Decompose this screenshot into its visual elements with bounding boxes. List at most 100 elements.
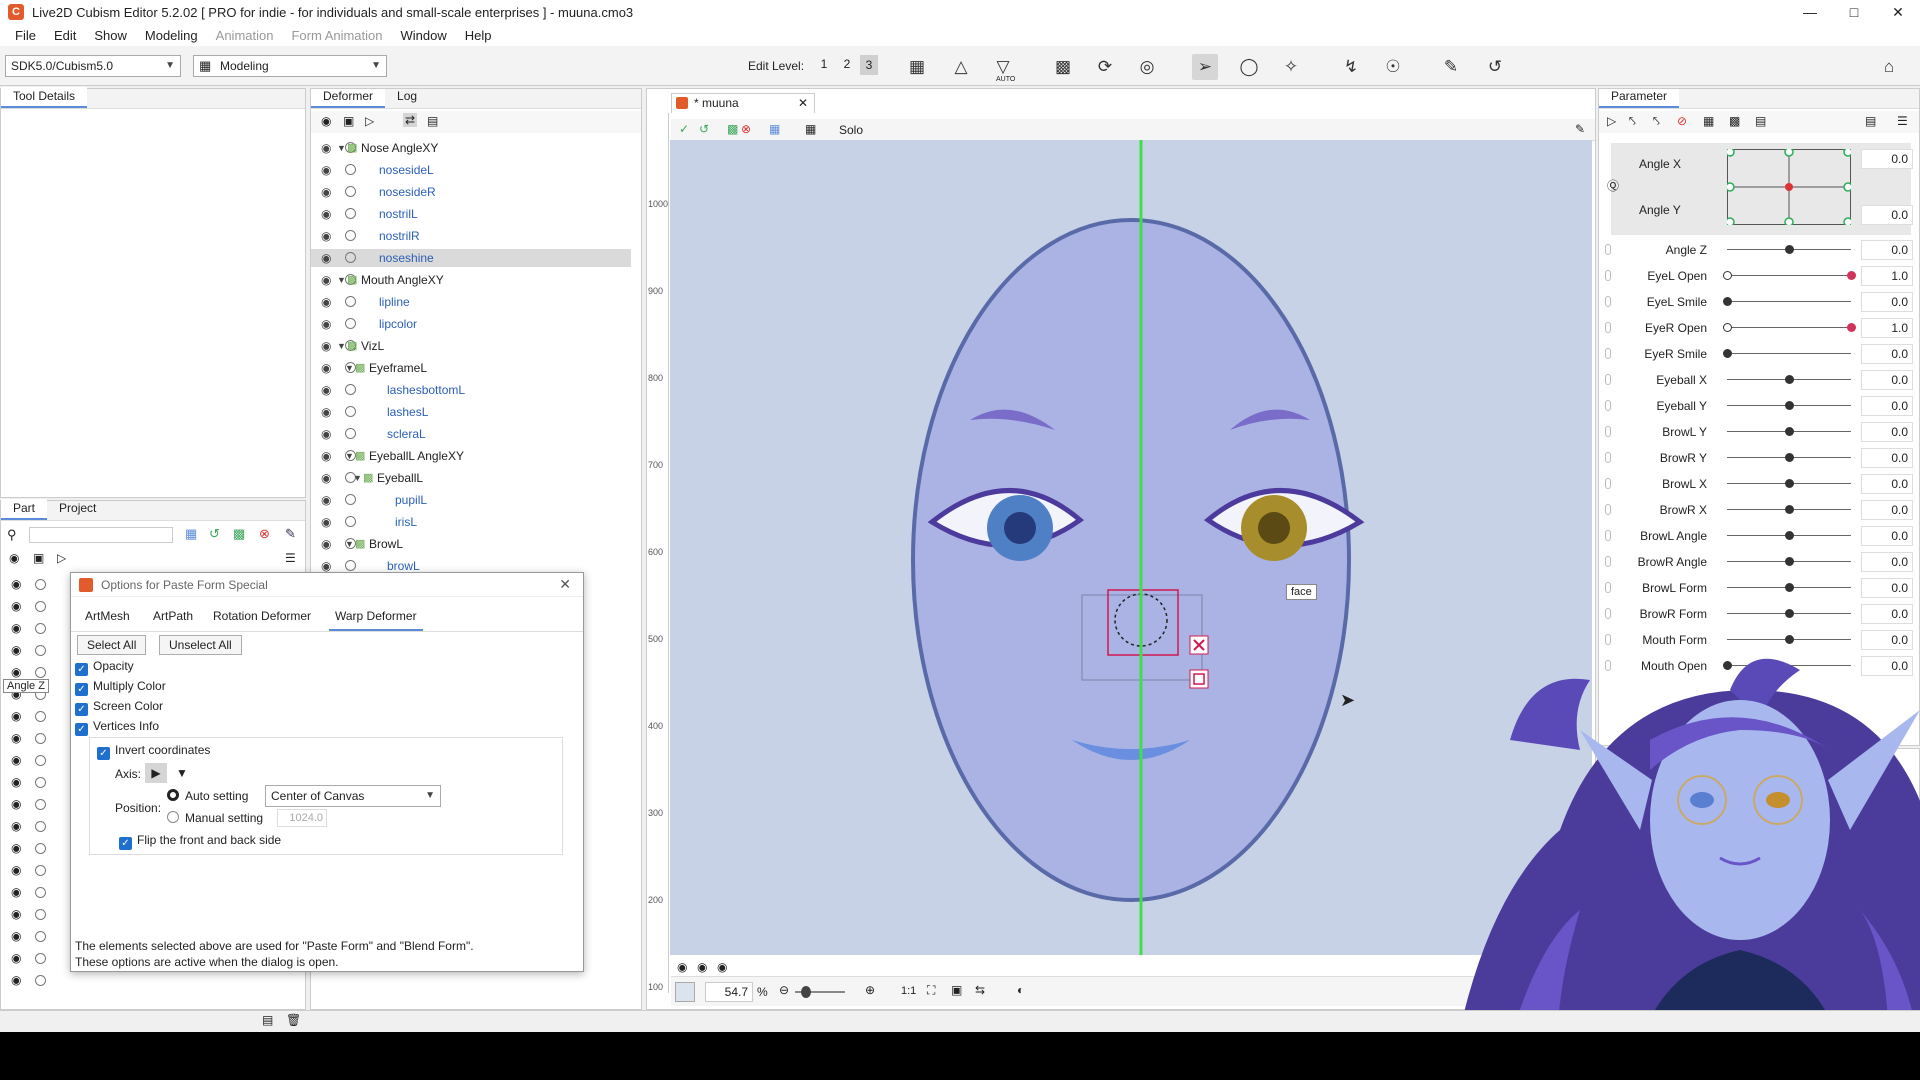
edit-level-2[interactable]: 2: [838, 57, 856, 71]
part-visibility-icon[interactable]: ◉: [11, 929, 21, 943]
edit-level-1[interactable]: 1: [815, 57, 833, 71]
dialog-tab-warp-deformer[interactable]: Warp Deformer: [329, 607, 423, 631]
lock-toggle[interactable]: [345, 494, 356, 505]
tab-project[interactable]: Project: [47, 499, 108, 520]
lock-toggle[interactable]: [345, 318, 356, 329]
angle-y-value[interactable]: 0.0: [1861, 205, 1913, 225]
menu-window[interactable]: Window: [392, 28, 456, 43]
part-visibility-icon[interactable]: ◉: [11, 775, 21, 789]
lock-toggle[interactable]: [345, 428, 356, 439]
manual-setting-radio[interactable]: [167, 811, 179, 823]
visibility-icon[interactable]: ◉: [321, 425, 331, 443]
part-visibility-icon[interactable]: ◉: [11, 709, 21, 723]
parameter-slider-knob[interactable]: [1785, 479, 1794, 488]
tree-row[interactable]: ◉ lipcolor: [311, 315, 631, 333]
param-link-toggle[interactable]: [1605, 374, 1611, 385]
visibility-icon[interactable]: ◉: [321, 513, 331, 531]
parameter-slider-knob[interactable]: [1785, 245, 1794, 254]
dialog-tab-artpath[interactable]: ArtPath: [147, 607, 199, 629]
part-visibility-icon[interactable]: ◉: [11, 841, 21, 855]
param-keys-icon[interactable]: ▩: [1729, 114, 1740, 128]
parameter-value[interactable]: 0.0: [1861, 552, 1913, 572]
lock-toggle[interactable]: [345, 296, 356, 307]
part-lock-toggle[interactable]: [35, 909, 46, 920]
tree-row[interactable]: ◉ ▼ ▩ VizL: [311, 337, 631, 355]
param-link-toggle[interactable]: [1605, 452, 1611, 463]
tab-deformer[interactable]: Deformer: [311, 89, 386, 108]
visibility-icon[interactable]: ◉: [321, 469, 331, 487]
visibility-icon[interactable]: ◉: [321, 205, 331, 223]
menu-modeling[interactable]: Modeling: [136, 28, 207, 43]
camera-b-icon[interactable]: ◉: [697, 960, 707, 974]
expand-icon[interactable]: ▼: [345, 535, 354, 553]
parameter-slider-knob[interactable]: [1847, 271, 1856, 280]
auto-setting-radio[interactable]: [167, 789, 179, 801]
part-lock-toggle[interactable]: [35, 667, 46, 678]
part-lock-toggle[interactable]: [35, 821, 46, 832]
part-visibility-icon[interactable]: ◉: [11, 621, 21, 635]
parameter-slider-knob[interactable]: [1785, 505, 1794, 514]
part-lock-icon[interactable]: ▣: [33, 551, 44, 565]
part-lock-toggle[interactable]: [35, 975, 46, 986]
visibility-icon[interactable]: ◉: [321, 315, 331, 333]
dialog-tab-rotation-deformer[interactable]: Rotation Deformer: [207, 607, 317, 629]
visibility-icon[interactable]: ◉: [321, 359, 331, 377]
part-tool-a-icon[interactable]: ▦: [185, 526, 197, 542]
canvas-rotate-icon[interactable]: ⊗: [741, 122, 751, 136]
document-tab[interactable]: * muuna ✕: [671, 93, 815, 113]
part-visibility-icon[interactable]: ◉: [11, 797, 21, 811]
parameter-slider[interactable]: [1727, 327, 1851, 328]
tree-row[interactable]: ◉ ▼ ▩ Nose AngleXY: [311, 139, 631, 157]
parameter-slider-knob[interactable]: [1785, 531, 1794, 540]
tab-log[interactable]: Log: [385, 89, 429, 108]
document-close-icon[interactable]: ✕: [798, 94, 808, 112]
parameter-slider-knob[interactable]: [1785, 635, 1794, 644]
zoom-slider-knob[interactable]: [801, 986, 811, 998]
invert-coordinates-checkbox[interactable]: ✓ Invert coordinates: [97, 743, 210, 760]
param-link-icon[interactable]: ⤣: [1629, 114, 1636, 129]
part-lock-toggle[interactable]: [35, 953, 46, 964]
tree-row[interactable]: ◉ nosesideR: [311, 183, 631, 201]
parameter-value[interactable]: 0.0: [1861, 240, 1913, 260]
part-lock-toggle[interactable]: [35, 777, 46, 788]
part-visibility-icon[interactable]: ◉: [11, 907, 21, 921]
part-visibility-icon[interactable]: ◉: [11, 665, 21, 679]
parameter-slider-knob[interactable]: [1785, 583, 1794, 592]
parameter-value[interactable]: 0.0: [1861, 604, 1913, 624]
visibility-icon[interactable]: ◉: [321, 139, 331, 157]
tree-row[interactable]: ◉ pupilL: [311, 491, 631, 509]
parameter-slider-knob[interactable]: [1785, 401, 1794, 410]
part-delete-icon[interactable]: 🗑: [286, 1013, 301, 1027]
part-visibility-icon[interactable]: ◉: [11, 885, 21, 899]
canvas-color-swatch[interactable]: [675, 982, 695, 1002]
parameter-slider-knob[interactable]: [1785, 427, 1794, 436]
parameter-slider[interactable]: [1727, 301, 1851, 302]
param-unlink-icon[interactable]: ⤣: [1653, 114, 1660, 129]
tree-row[interactable]: ◉ lashesL: [311, 403, 631, 421]
arrow-tool-icon[interactable]: ➢: [1192, 54, 1218, 80]
vertices-info-checkbox[interactable]: ✓ Vertices Info: [75, 719, 159, 736]
connect-tool-icon[interactable]: ↺: [1482, 54, 1508, 80]
param-link-toggle[interactable]: [1605, 400, 1611, 411]
tab-tool-details[interactable]: Tool Details: [1, 87, 88, 108]
canvas-edit-icon[interactable]: ✓: [679, 122, 689, 136]
part-lock-toggle[interactable]: [35, 799, 46, 810]
param-play-icon[interactable]: ▷: [1607, 114, 1616, 128]
close-icon[interactable]: ✕: [1876, 0, 1920, 24]
lock-toggle[interactable]: [345, 230, 356, 241]
tree-row[interactable]: ◉ ▼ ▩ BrowL: [311, 535, 631, 553]
pen-tool-icon[interactable]: ✎: [1438, 54, 1464, 80]
deformer-visibility-icon[interactable]: ◉: [321, 114, 331, 128]
unselect-all-button[interactable]: Unselect All: [159, 635, 242, 655]
axis-horizontal-icon[interactable]: ▶: [145, 763, 167, 783]
sdk-select[interactable]: SDK5.0/Cubism5.0 ▼: [5, 55, 181, 77]
part-lock-toggle[interactable]: [35, 755, 46, 766]
lock-toggle[interactable]: [345, 560, 356, 571]
tree-row[interactable]: ◉ ▼ ▩ Mouth AngleXY: [311, 271, 631, 289]
tree-row[interactable]: ◉ lipline: [311, 293, 631, 311]
param-grid-icon[interactable]: ▦: [1703, 114, 1714, 128]
lock-toggle[interactable]: [345, 186, 356, 197]
part-visibility-icon[interactable]: ◉: [11, 863, 21, 877]
fit-icon[interactable]: ⛶: [927, 983, 935, 998]
param-link-toggle[interactable]: [1605, 530, 1611, 541]
